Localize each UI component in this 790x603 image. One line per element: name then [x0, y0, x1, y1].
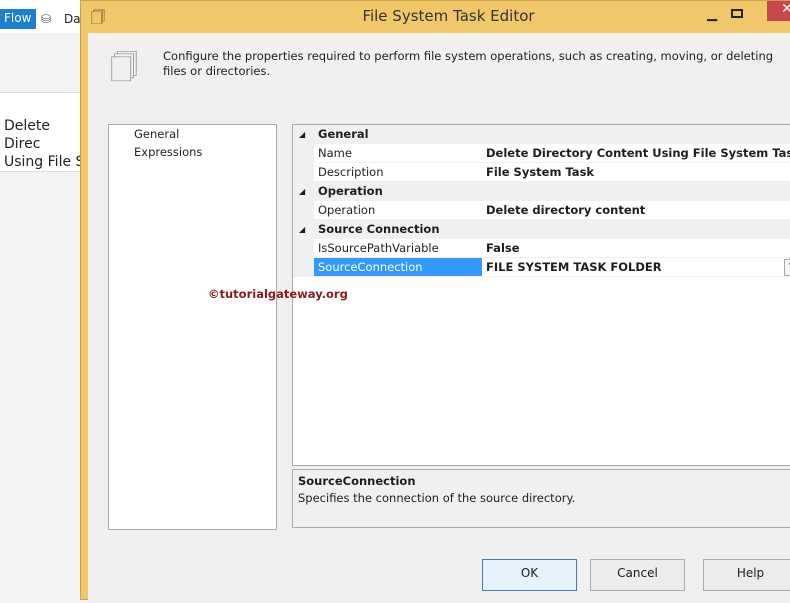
collapse-icon[interactable]: ◢: [299, 220, 305, 239]
cancel-button[interactable]: Cancel: [590, 559, 685, 591]
file-system-task-editor-dialog: 🗍 File System Task Editor ▁ ✕ 🗍 Configur…: [80, 0, 790, 603]
collapse-icon[interactable]: ◢: [299, 182, 305, 201]
minimize-button[interactable]: ▁: [707, 7, 717, 22]
files-icon: 🗍: [110, 51, 138, 84]
collapse-icon[interactable]: ◢: [299, 125, 305, 144]
property-row[interactable]: IsSourcePathVariable False: [293, 239, 790, 258]
property-row[interactable]: Name Delete Directory Content Using File …: [293, 144, 790, 163]
category-source-connection[interactable]: ◢ Source Connection: [293, 220, 790, 239]
help-button[interactable]: Help: [703, 559, 790, 591]
property-row-selected[interactable]: SourceConnectionFILE SYSTEM TASK FOLDER▼: [293, 258, 790, 277]
property-grid: ◢ General Name Delete Directory Content Us…: [292, 124, 790, 466]
maximize-button[interactable]: [731, 9, 743, 18]
data-flow-icon: ⛁: [41, 12, 52, 26]
nav-list: General Expressions: [108, 124, 277, 530]
help-title: SourceConnection: [298, 474, 416, 488]
nav-item-expressions[interactable]: Expressions: [134, 145, 202, 159]
title-bar[interactable]: 🗍 File System Task Editor ▁ ✕: [81, 1, 790, 33]
tab-control-flow[interactable]: Flow: [0, 9, 36, 29]
property-row[interactable]: Description File System Task: [293, 163, 790, 182]
help-panel: SourceConnection Specifies the connectio…: [292, 469, 790, 528]
tab-data-flow[interactable]: Da: [64, 12, 81, 26]
ok-button[interactable]: OK: [482, 559, 577, 591]
property-row[interactable]: Operation Delete directory content: [293, 201, 790, 220]
task-component[interactable]: Delete Direc Using File S: [0, 92, 90, 172]
dialog-description: Configure the properties required to per…: [163, 49, 774, 78]
help-text: Specifies the connection of the source d…: [298, 491, 576, 505]
category-general[interactable]: ◢ General: [293, 125, 790, 144]
close-button[interactable]: ✕: [767, 1, 790, 21]
dialog-client: 🗍 Configure the properties required to p…: [88, 33, 790, 603]
nav-item-general[interactable]: General: [134, 127, 179, 141]
category-operation[interactable]: ◢ Operation: [293, 182, 790, 201]
watermark: ©tutorialgateway.org: [208, 287, 348, 301]
source-connection-value[interactable]: FILE SYSTEM TASK FOLDER: [486, 260, 662, 274]
dialog-title: File System Task Editor: [362, 7, 535, 25]
chevron-down-icon[interactable]: ▼: [784, 259, 790, 276]
